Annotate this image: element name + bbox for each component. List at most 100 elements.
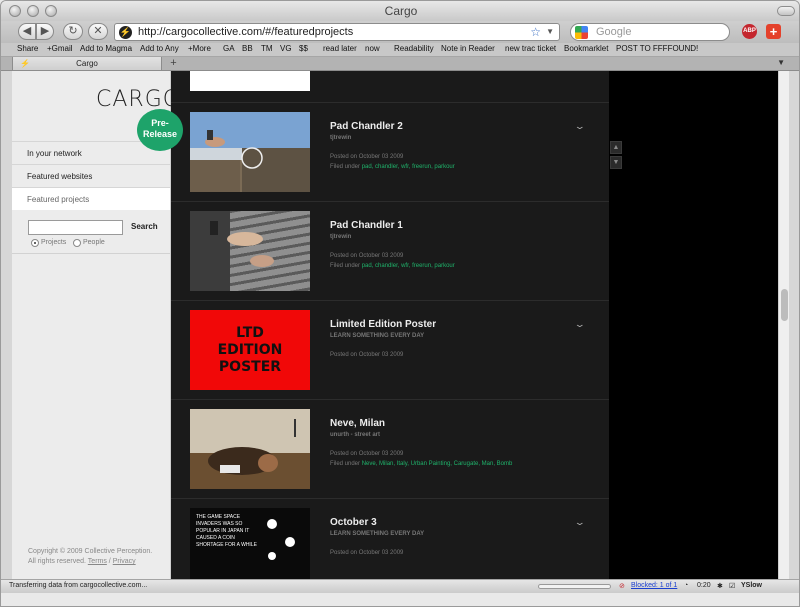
freerunner-photo	[190, 130, 310, 192]
bookmark-item[interactable]: Add to Magma	[80, 44, 132, 53]
chevron-down-icon[interactable]: ⌄	[574, 319, 586, 330]
bookmark-item[interactable]: GA	[223, 44, 235, 53]
check-icon[interactable]: ☑	[729, 582, 735, 590]
feed-item-partial[interactable]	[171, 71, 609, 102]
project-author[interactable]: LEARN SOMETHING EVERY DAY	[330, 531, 424, 537]
project-title[interactable]: Pad Chandler 2	[330, 121, 403, 132]
url-text[interactable]: http://cargocollective.com/#/featuredpro…	[138, 26, 353, 38]
privacy-link[interactable]: Privacy	[113, 558, 136, 565]
bookmark-item[interactable]: Note in Reader	[441, 44, 495, 53]
add-plus-icon[interactable]: +	[766, 24, 781, 39]
bookmark-star-icon[interactable]: ☆	[530, 25, 541, 39]
radio-people[interactable]	[73, 239, 81, 247]
bookmark-item[interactable]: VG	[280, 44, 292, 53]
project-author[interactable]: unurth - street art	[330, 432, 380, 438]
tag-links[interactable]: pad, chandler, wfr, freerun, parkour	[362, 164, 455, 170]
nav-featured-websites[interactable]: Featured websites	[12, 164, 170, 187]
project-thumbnail[interactable]	[190, 211, 310, 291]
reload-icon: ↻	[68, 25, 78, 37]
url-dropdown-icon[interactable]: ▼	[546, 27, 554, 36]
arrow-up-icon: ▲	[612, 144, 620, 151]
bookmark-item[interactable]: $$	[299, 44, 308, 53]
close-window-button[interactable]	[9, 5, 21, 17]
window-bottom	[1, 593, 799, 606]
bookmark-item[interactable]: read later	[323, 44, 357, 53]
filed-label: Filed under	[330, 461, 361, 467]
feed-item[interactable]: Pad Chandler 1 tjtrewin Posted on Octobe…	[171, 201, 609, 300]
bookmark-item[interactable]: Add to Any	[140, 44, 179, 53]
scrollbar-thumb[interactable]	[781, 289, 788, 321]
feed-item[interactable]: THE GAME SPACE INVADERS WAS SO POPULAR I…	[171, 498, 609, 579]
project-thumbnail[interactable]: THE GAME SPACE INVADERS WAS SO POPULAR I…	[190, 508, 310, 579]
scroll-up-button[interactable]: ▲	[610, 141, 622, 154]
feed-item[interactable]: LTD EDITION POSTER Limited Edition Poste…	[171, 300, 609, 399]
feed-item[interactable]: Neve, Milan unurth - street art Posted o…	[171, 399, 609, 498]
tab-overflow-icon[interactable]: ▼	[777, 58, 785, 67]
project-title[interactable]: Neve, Milan	[330, 418, 385, 429]
chevron-down-icon[interactable]: ⌄	[574, 121, 586, 132]
nav-featured-projects[interactable]: Featured projects	[12, 187, 170, 210]
search-button[interactable]: Search	[131, 222, 158, 231]
search-field[interactable]: Google	[570, 23, 730, 41]
back-button[interactable]: ◀	[18, 23, 36, 40]
bookmark-item[interactable]: new trac ticket	[505, 44, 556, 53]
radio-projects-label: Projects	[41, 239, 67, 246]
project-title[interactable]: Limited Edition Poster	[330, 319, 436, 330]
thumbnail-caption: THE GAME SPACE INVADERS WAS SO POPULAR I…	[196, 514, 257, 548]
status-message: Transferring data from cargocollective.c…	[9, 582, 148, 589]
tag-links[interactable]: pad, chandler, wfr, freerun, parkour	[362, 263, 455, 269]
bookmark-item[interactable]: Share	[17, 44, 38, 53]
project-thumbnail[interactable]: LTD EDITION POSTER	[190, 310, 310, 390]
project-thumbnail[interactable]	[190, 409, 310, 489]
project-title[interactable]: October 3	[330, 517, 377, 528]
timer-icon: ◔	[684, 582, 689, 589]
bookmark-item[interactable]: Bookmarklet	[564, 44, 608, 53]
adblock-icon[interactable]: ABP	[742, 24, 757, 39]
pre-release-badge: Pre-Release	[137, 109, 183, 151]
chevron-down-icon[interactable]: ⌄	[574, 517, 586, 528]
browser-window: Cargo ◀ ▶ ↻ ✕ ⚡ http://cargocollective.c…	[0, 0, 800, 607]
copyright: Copyright © 2009 Collective Perception. …	[28, 548, 153, 565]
minimize-window-button[interactable]	[27, 5, 39, 17]
site-favicon-icon: ⚡	[119, 26, 132, 39]
reload-button[interactable]: ↻	[63, 23, 83, 40]
google-icon	[575, 26, 588, 39]
tab-cargo[interactable]: ⚡ Cargo	[12, 57, 162, 70]
bookmark-item[interactable]: now	[365, 44, 380, 53]
toolbar-toggle-button[interactable]	[777, 6, 795, 16]
yslow-button[interactable]: YSlow	[741, 582, 762, 589]
project-thumbnail[interactable]	[190, 112, 310, 192]
page-scrollbar[interactable]	[778, 71, 789, 579]
firebug-icon[interactable]: ✱	[717, 582, 723, 590]
title-bar: Cargo	[1, 1, 799, 21]
forward-button[interactable]: ▶	[36, 23, 54, 40]
tag-links[interactable]: Neve, Milan, Italy, Urban Painting, Caru…	[362, 461, 513, 467]
stop-button[interactable]: ✕	[88, 23, 108, 40]
bookmark-item[interactable]: +More	[188, 44, 211, 53]
posted-date: Posted on October 03 2009	[330, 352, 404, 358]
search-input[interactable]	[28, 220, 123, 235]
bookmark-item[interactable]: POST TO FFFFOUND!	[616, 44, 698, 53]
radio-people-label: People	[83, 239, 105, 246]
project-author[interactable]: tjtrewin	[330, 135, 351, 141]
bookmark-item[interactable]: +Gmail	[47, 44, 73, 53]
filed-label: Filed under	[330, 263, 361, 269]
terms-link[interactable]: Terms	[88, 558, 107, 565]
project-title[interactable]: Pad Chandler 1	[330, 220, 403, 231]
blocked-count[interactable]: Blocked: 1 of 1	[631, 582, 677, 589]
new-tab-button[interactable]: +	[167, 58, 180, 69]
copyright-line: Copyright © 2009 Collective Perception.	[28, 548, 153, 555]
bookmark-item[interactable]: BB	[242, 44, 253, 53]
address-bar[interactable]: ⚡ http://cargocollective.com/#/featuredp…	[114, 23, 560, 41]
adblock-status-icon[interactable]: ⊘	[619, 582, 625, 590]
scroll-down-button[interactable]: ▼	[610, 156, 622, 169]
radio-projects[interactable]	[31, 239, 39, 247]
stop-icon: ✕	[93, 25, 103, 37]
bookmark-item[interactable]: Readability	[394, 44, 434, 53]
feed-item[interactable]: Pad Chandler 2 tjtrewin Posted on Octobe…	[171, 102, 609, 201]
project-author[interactable]: tjtrewin	[330, 234, 351, 240]
project-author[interactable]: LEARN SOMETHING EVERY DAY	[330, 333, 424, 339]
bookmark-item[interactable]: TM	[261, 44, 273, 53]
project-thumbnail[interactable]	[190, 71, 310, 91]
zoom-window-button[interactable]	[45, 5, 57, 17]
